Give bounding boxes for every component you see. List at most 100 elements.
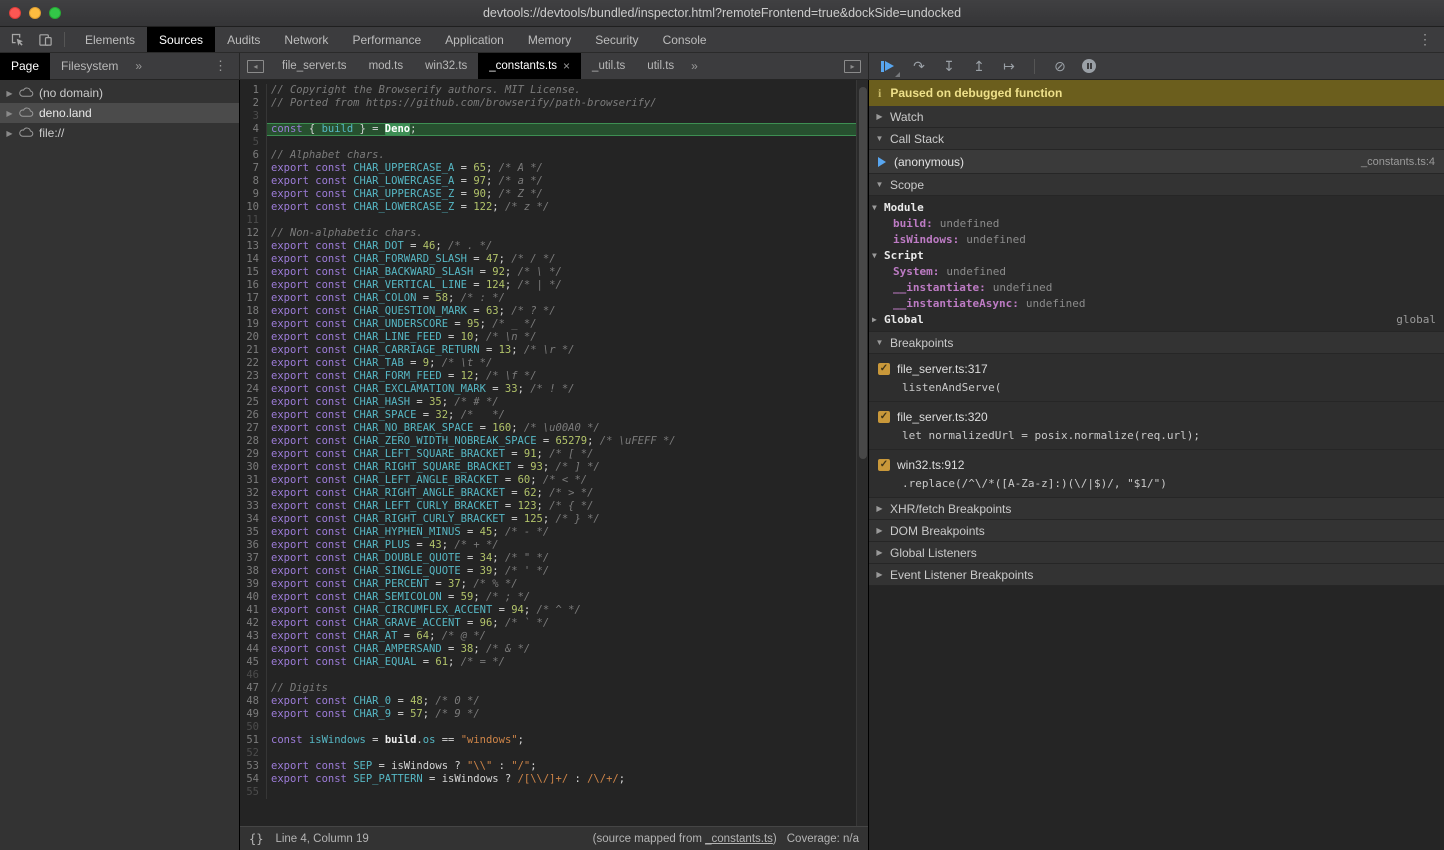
line-number[interactable]: 46	[240, 669, 267, 682]
tab-security[interactable]: Security	[583, 27, 650, 52]
line-number[interactable]: 48	[240, 695, 267, 708]
line-number[interactable]: 49	[240, 708, 267, 721]
pretty-print-icon[interactable]: {}	[249, 832, 263, 846]
scope-group-global[interactable]: ▶Globalglobal	[869, 311, 1444, 327]
file-tab-util.ts[interactable]: util.ts	[636, 53, 685, 79]
device-toolbar-icon[interactable]	[33, 29, 57, 51]
line-number[interactable]: 47	[240, 682, 267, 695]
line-number[interactable]: 30	[240, 461, 267, 474]
zoom-window-button[interactable]	[49, 7, 61, 19]
line-number[interactable]: 16	[240, 279, 267, 292]
line-number[interactable]: 29	[240, 448, 267, 461]
line-number[interactable]: 38	[240, 565, 267, 578]
close-tab-icon[interactable]: ×	[563, 53, 570, 79]
line-number[interactable]: 41	[240, 604, 267, 617]
line-number[interactable]: 44	[240, 643, 267, 656]
editor-scrollbar[interactable]	[856, 80, 868, 826]
line-number[interactable]: 54	[240, 773, 267, 786]
step-into-button[interactable]: ↧	[941, 58, 957, 74]
line-number[interactable]: 51	[240, 734, 267, 747]
tab-network[interactable]: Network	[272, 27, 340, 52]
resume-script-button[interactable]	[881, 60, 897, 73]
line-number[interactable]: 40	[240, 591, 267, 604]
navigator-tab-overflow-icon[interactable]: »	[129, 59, 148, 73]
line-number[interactable]: 43	[240, 630, 267, 643]
section-global-listeners[interactable]: ▶ Global Listeners	[869, 542, 1444, 564]
section-xhr-breakpoints[interactable]: ▶ XHR/fetch Breakpoints	[869, 498, 1444, 520]
pause-on-exceptions-button[interactable]	[1082, 59, 1096, 73]
breakpoint-checkbox[interactable]: ✓	[878, 459, 890, 471]
breakpoint-entry[interactable]: ✓file_server.ts:317listenAndServe(	[869, 354, 1444, 402]
close-window-button[interactable]	[9, 7, 21, 19]
file-tab-overflow-icon[interactable]: »	[685, 59, 704, 73]
file-tab-win32.ts[interactable]: win32.ts	[414, 53, 478, 79]
line-number[interactable]: 24	[240, 383, 267, 396]
scope-variable[interactable]: System:undefined	[869, 263, 1444, 279]
line-number[interactable]: 20	[240, 331, 267, 344]
line-number[interactable]: 1	[240, 84, 267, 97]
line-number[interactable]: 13	[240, 240, 267, 253]
step-over-button[interactable]: ↷	[911, 58, 927, 74]
line-number[interactable]: 9	[240, 188, 267, 201]
line-number[interactable]: 39	[240, 578, 267, 591]
navigator-item-file-[interactable]: ▶file://	[0, 123, 239, 143]
line-number[interactable]: 28	[240, 435, 267, 448]
line-number[interactable]: 35	[240, 526, 267, 539]
collapse-navigator-icon[interactable]: ◂	[247, 60, 264, 73]
line-number[interactable]: 4	[240, 123, 267, 136]
breakpoint-entry[interactable]: ✓file_server.ts:320let normalizedUrl = p…	[869, 402, 1444, 450]
chevron-right-icon[interactable]: ▶	[5, 109, 14, 118]
file-tab-mod.ts[interactable]: mod.ts	[358, 53, 415, 79]
inspect-element-icon[interactable]	[5, 29, 29, 51]
line-number[interactable]: 32	[240, 487, 267, 500]
section-dom-breakpoints[interactable]: ▶ DOM Breakpoints	[869, 520, 1444, 542]
line-number[interactable]: 15	[240, 266, 267, 279]
line-number[interactable]: 42	[240, 617, 267, 630]
line-number[interactable]: 2	[240, 97, 267, 110]
breakpoint-entry[interactable]: ✓win32.ts:912.replace(/^\/*([A-Za-z]:)(\…	[869, 450, 1444, 498]
tab-application[interactable]: Application	[433, 27, 516, 52]
tab-sources[interactable]: Sources	[147, 27, 215, 52]
line-number[interactable]: 10	[240, 201, 267, 214]
source-map-link[interactable]: _constants.ts	[705, 833, 773, 845]
line-number[interactable]: 12	[240, 227, 267, 240]
step-button[interactable]: ↦	[1001, 58, 1017, 74]
line-number[interactable]: 19	[240, 318, 267, 331]
tab-memory[interactable]: Memory	[516, 27, 583, 52]
file-tab-_constants.ts[interactable]: _constants.ts×	[478, 53, 581, 79]
scope-variable[interactable]: __instantiate:undefined	[869, 279, 1444, 295]
navigator-item--no-domain-[interactable]: ▶(no domain)	[0, 83, 239, 103]
tab-audits[interactable]: Audits	[215, 27, 272, 52]
section-call-stack[interactable]: ▼ Call Stack	[869, 128, 1444, 150]
line-number[interactable]: 17	[240, 292, 267, 305]
line-number[interactable]: 3	[240, 110, 267, 123]
chevron-right-icon[interactable]: ▶	[5, 89, 14, 98]
navigator-tab-filesystem[interactable]: Filesystem	[50, 53, 129, 80]
file-tab-file_server.ts[interactable]: file_server.ts	[271, 53, 358, 79]
tab-performance[interactable]: Performance	[340, 27, 433, 52]
line-number[interactable]: 6	[240, 149, 267, 162]
line-number[interactable]: 14	[240, 253, 267, 266]
section-breakpoints[interactable]: ▼ Breakpoints	[869, 332, 1444, 354]
line-number[interactable]: 27	[240, 422, 267, 435]
line-number[interactable]: 36	[240, 539, 267, 552]
line-number[interactable]: 23	[240, 370, 267, 383]
line-number[interactable]: 50	[240, 721, 267, 734]
line-number[interactable]: 5	[240, 136, 267, 149]
scope-variable[interactable]: isWindows:undefined	[869, 231, 1444, 247]
step-out-button[interactable]: ↥	[971, 58, 987, 74]
line-number[interactable]: 25	[240, 396, 267, 409]
line-number[interactable]: 26	[240, 409, 267, 422]
navigator-item-deno-land[interactable]: ▶deno.land	[0, 103, 239, 123]
line-number[interactable]: 53	[240, 760, 267, 773]
line-number[interactable]: 31	[240, 474, 267, 487]
deactivate-breakpoints-button[interactable]: ⊘	[1052, 58, 1068, 74]
section-event-listener-breakpoints[interactable]: ▶ Event Listener Breakpoints	[869, 564, 1444, 586]
more-options-icon[interactable]: ⋮	[1406, 27, 1444, 52]
line-number[interactable]: 34	[240, 513, 267, 526]
line-number[interactable]: 52	[240, 747, 267, 760]
chevron-right-icon[interactable]: ▶	[5, 129, 14, 138]
line-number[interactable]: 21	[240, 344, 267, 357]
line-number[interactable]: 22	[240, 357, 267, 370]
line-number[interactable]: 55	[240, 786, 267, 799]
